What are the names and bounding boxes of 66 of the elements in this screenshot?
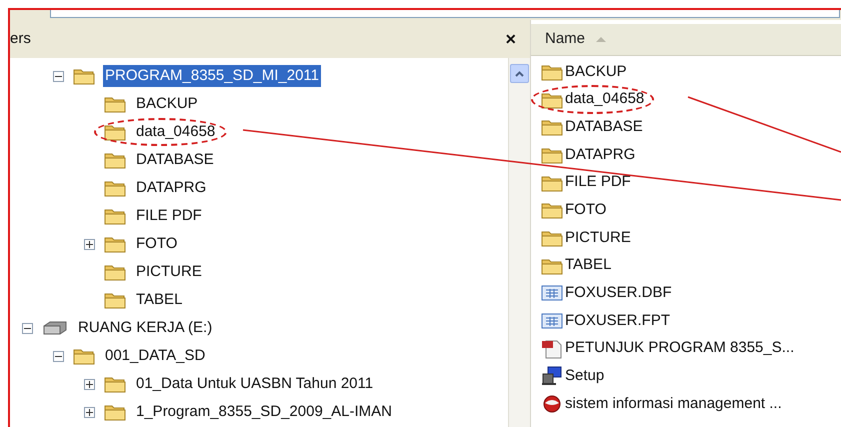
file-item[interactable]: FOXUSER.DBF [565, 282, 672, 305]
tree-item[interactable]: TABEL [134, 288, 184, 312]
tree-item[interactable]: 1_Program_8355_SD_2009_AL-IMAN [134, 400, 394, 424]
app-icon [541, 394, 563, 414]
expand-toggle[interactable] [84, 378, 95, 390]
folder-icon [104, 375, 126, 393]
address-field[interactable] [50, 10, 840, 18]
folder-icon [73, 347, 95, 365]
tree-item[interactable]: BACKUP [134, 92, 200, 116]
folder-icon [541, 256, 563, 275]
tree-item[interactable]: FILE PDF [134, 204, 204, 228]
file-item[interactable]: BACKUP [565, 60, 627, 84]
tree-item[interactable]: 001_DATA_SD [103, 344, 208, 368]
scrollbar[interactable] [508, 58, 530, 427]
file-item[interactable]: PICTURE [565, 226, 631, 250]
folder-icon [104, 123, 126, 141]
expand-toggle[interactable] [84, 406, 95, 418]
tree-item[interactable]: 01_Data Untuk UASBN Tahun 2011 [134, 372, 376, 396]
file-item[interactable]: PETUNJUK PROGRAM 8355_S... [565, 337, 794, 360]
folder-icon [541, 174, 563, 192]
collapse-toggle[interactable] [22, 322, 33, 334]
folder-icon [541, 146, 563, 164]
expand-toggle[interactable] [84, 238, 95, 250]
file-item[interactable]: FOTO [565, 199, 606, 222]
table-icon [541, 312, 563, 330]
file-item[interactable]: data_04658 [565, 88, 644, 111]
file-item[interactable]: DATAPRG [565, 144, 636, 166]
file-item[interactable]: Setup [565, 365, 604, 388]
folder-icon [104, 235, 126, 253]
folder-icon [104, 403, 126, 421]
folder-icon [104, 95, 126, 113]
table-icon [541, 284, 563, 302]
file-item[interactable]: TABEL [565, 254, 612, 277]
folder-icon [104, 263, 126, 281]
folder-icon [541, 201, 563, 220]
drive-icon [42, 320, 68, 336]
column-header[interactable]: Name [531, 24, 841, 56]
folder-icon [73, 67, 95, 85]
folder-icon [104, 151, 126, 169]
file-item[interactable]: sistem informasi management ... [565, 392, 782, 416]
tree-item[interactable]: PROGRAM_8355_SD_MI_2011 [103, 64, 321, 88]
collapse-toggle[interactable] [53, 350, 64, 362]
column-title: Name [545, 29, 586, 50]
tree-item[interactable]: RUANG KERJA (E:) [76, 316, 214, 340]
tree-item[interactable]: DATABASE [134, 148, 216, 172]
folder-icon [104, 291, 126, 309]
tree-item[interactable]: DATAPRG [134, 176, 208, 200]
folder-icon [541, 118, 563, 136]
file-item[interactable]: FILE PDF [565, 171, 631, 194]
folder-icon [541, 90, 563, 109]
pane-title: ers [10, 28, 31, 49]
file-item[interactable]: DATABASE [565, 116, 643, 138]
chevron-up-icon [515, 70, 524, 76]
tree-item[interactable]: FOTO [134, 232, 180, 256]
tree-item[interactable]: PICTURE [134, 260, 204, 284]
collapse-toggle[interactable] [53, 70, 64, 82]
folder-icon [541, 228, 563, 247]
tree-item[interactable]: data_04658 [134, 120, 218, 144]
pdf-icon [541, 338, 563, 359]
folder-icon [541, 62, 563, 81]
computer-icon [541, 366, 563, 386]
folder-icon [104, 179, 126, 197]
folder-icon [104, 207, 126, 225]
scroll-up-button[interactable] [510, 64, 529, 83]
close-button[interactable]: × [505, 30, 516, 48]
file-item[interactable]: FOXUSER.FPT [565, 310, 670, 332]
